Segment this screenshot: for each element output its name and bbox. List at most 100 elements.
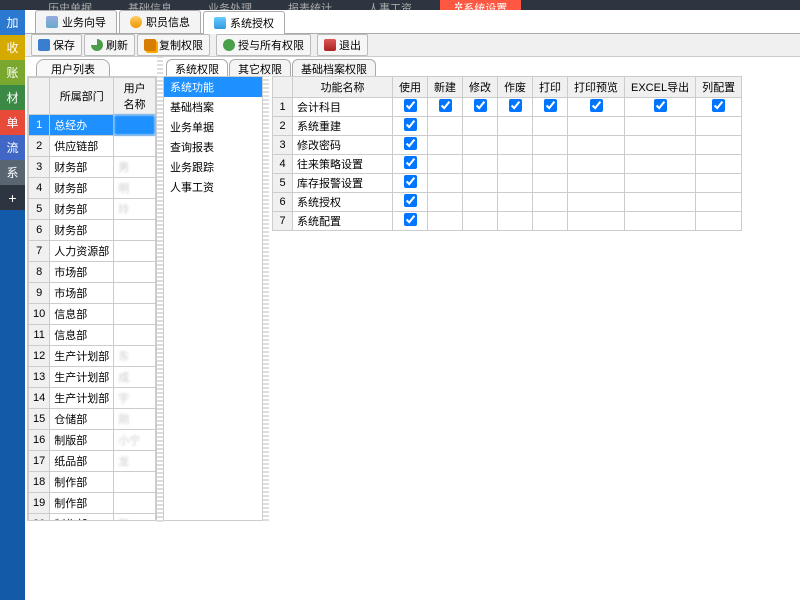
perm-checkbox[interactable] bbox=[404, 194, 417, 207]
perm-checkbox[interactable] bbox=[404, 175, 417, 188]
perm-cell[interactable] bbox=[463, 98, 498, 117]
side-add[interactable]: 加 bbox=[0, 10, 25, 35]
perm-checkbox[interactable] bbox=[509, 99, 522, 112]
perm-cell[interactable] bbox=[428, 212, 463, 231]
perm-cell[interactable] bbox=[463, 155, 498, 174]
user-row[interactable]: 9市场部 bbox=[29, 283, 156, 304]
perm-cell[interactable] bbox=[533, 155, 568, 174]
user-row[interactable]: 10信息部 bbox=[29, 304, 156, 325]
perm-checkbox[interactable] bbox=[654, 99, 667, 112]
side-liu[interactable]: 流 bbox=[0, 135, 25, 160]
perm-cell[interactable] bbox=[696, 98, 742, 117]
perm-col[interactable] bbox=[273, 77, 293, 98]
perm-cell[interactable] bbox=[498, 98, 533, 117]
perm-cell[interactable] bbox=[463, 136, 498, 155]
user-row[interactable]: 3财务部男 bbox=[29, 157, 156, 178]
perm-cell[interactable] bbox=[393, 212, 428, 231]
perm-cell[interactable] bbox=[498, 136, 533, 155]
perm-checkbox[interactable] bbox=[404, 118, 417, 131]
user-row[interactable]: 8市场部 bbox=[29, 262, 156, 283]
perm-cell[interactable] bbox=[463, 174, 498, 193]
perm-checkbox[interactable] bbox=[474, 99, 487, 112]
col-dept[interactable]: 所属部门 bbox=[50, 78, 114, 115]
exit-button[interactable]: 退出 bbox=[317, 34, 368, 56]
perm-cell[interactable] bbox=[568, 174, 625, 193]
perm-cell[interactable] bbox=[696, 136, 742, 155]
perm-checkbox[interactable] bbox=[544, 99, 557, 112]
perm-checkbox[interactable] bbox=[439, 99, 452, 112]
perm-col[interactable]: EXCEL导出 bbox=[625, 77, 696, 98]
copy-perm-button[interactable]: 复制权限 bbox=[137, 34, 210, 56]
perm-col[interactable]: 修改 bbox=[463, 77, 498, 98]
tab-staff-info[interactable]: 职员信息 bbox=[119, 10, 201, 33]
perm-checkbox[interactable] bbox=[404, 156, 417, 169]
perm-cell[interactable] bbox=[393, 193, 428, 212]
perm-cell[interactable] bbox=[696, 117, 742, 136]
perm-cell[interactable] bbox=[393, 98, 428, 117]
perm-cell[interactable] bbox=[393, 155, 428, 174]
perm-cell[interactable] bbox=[568, 212, 625, 231]
tab-system-auth[interactable]: 系统授权 bbox=[203, 11, 285, 34]
perm-col[interactable]: 打印 bbox=[533, 77, 568, 98]
tab-sys-perm[interactable]: 系统权限 bbox=[166, 59, 228, 77]
refresh-button[interactable]: 刷新 bbox=[84, 34, 135, 56]
user-row[interactable]: 17纸品部龙 bbox=[29, 451, 156, 472]
side-plus[interactable]: + bbox=[0, 185, 25, 210]
user-row[interactable]: 19制作部 bbox=[29, 493, 156, 514]
perm-col[interactable]: 列配置 bbox=[696, 77, 742, 98]
user-row[interactable]: 14生产计划部宇 bbox=[29, 388, 156, 409]
save-button[interactable]: 保存 bbox=[31, 34, 82, 56]
perm-cell[interactable] bbox=[625, 212, 696, 231]
perm-cell[interactable] bbox=[696, 155, 742, 174]
perm-cell[interactable] bbox=[428, 136, 463, 155]
perm-cell[interactable] bbox=[428, 174, 463, 193]
perm-cell[interactable] bbox=[568, 98, 625, 117]
side-zhang[interactable]: 账 bbox=[0, 60, 25, 85]
perm-col[interactable]: 作废 bbox=[498, 77, 533, 98]
perm-cell[interactable] bbox=[625, 117, 696, 136]
perm-cell[interactable] bbox=[696, 212, 742, 231]
user-row[interactable]: 18制作部 bbox=[29, 472, 156, 493]
perm-col[interactable]: 打印预览 bbox=[568, 77, 625, 98]
perm-cell[interactable] bbox=[568, 136, 625, 155]
user-row[interactable]: 20制作部鹏 bbox=[29, 514, 156, 522]
perm-cell[interactable] bbox=[428, 155, 463, 174]
perm-cell[interactable] bbox=[498, 117, 533, 136]
side-cai[interactable]: 材 bbox=[0, 85, 25, 110]
tree-node[interactable]: 业务单据 bbox=[164, 117, 262, 137]
perm-cell[interactable] bbox=[533, 98, 568, 117]
col-name[interactable]: 用户名称 bbox=[114, 78, 156, 115]
tree-node[interactable]: 基础档案 bbox=[164, 97, 262, 117]
perm-cell[interactable] bbox=[568, 155, 625, 174]
perm-cell[interactable] bbox=[428, 117, 463, 136]
perm-cell[interactable] bbox=[393, 136, 428, 155]
tree-node[interactable]: 人事工资 bbox=[164, 177, 262, 197]
perm-cell[interactable] bbox=[498, 155, 533, 174]
tab-business-guide[interactable]: 业务向导 bbox=[35, 10, 117, 33]
perm-cell[interactable] bbox=[498, 174, 533, 193]
topmenu-item[interactable]: 业务处理 bbox=[190, 0, 270, 10]
user-row[interactable]: 1总经办 bbox=[29, 115, 156, 136]
perm-cell[interactable] bbox=[568, 193, 625, 212]
tree-node[interactable]: 查询报表 bbox=[164, 137, 262, 157]
perm-cell[interactable] bbox=[428, 98, 463, 117]
side-xi[interactable]: 系 bbox=[0, 160, 25, 185]
perm-cell[interactable] bbox=[625, 193, 696, 212]
perm-checkbox[interactable] bbox=[590, 99, 603, 112]
user-row[interactable]: 16制版部小宁 bbox=[29, 430, 156, 451]
topmenu-item[interactable]: 历史单据 bbox=[30, 0, 110, 10]
user-row[interactable]: 11信息部 bbox=[29, 325, 156, 346]
perm-cell[interactable] bbox=[625, 136, 696, 155]
perm-cell[interactable] bbox=[696, 193, 742, 212]
perm-cell[interactable] bbox=[625, 98, 696, 117]
topmenu-item[interactable]: 报表统计 bbox=[270, 0, 350, 10]
perm-cell[interactable] bbox=[533, 174, 568, 193]
perm-checkbox[interactable] bbox=[404, 99, 417, 112]
perm-cell[interactable] bbox=[533, 193, 568, 212]
perm-checkbox[interactable] bbox=[404, 213, 417, 226]
perm-col[interactable]: 使用 bbox=[393, 77, 428, 98]
topmenu-item[interactable]: 基础信息 bbox=[110, 0, 190, 10]
perm-cell[interactable] bbox=[428, 193, 463, 212]
user-row[interactable]: 6财务部 bbox=[29, 220, 156, 241]
user-row[interactable]: 13生产计划部成 bbox=[29, 367, 156, 388]
